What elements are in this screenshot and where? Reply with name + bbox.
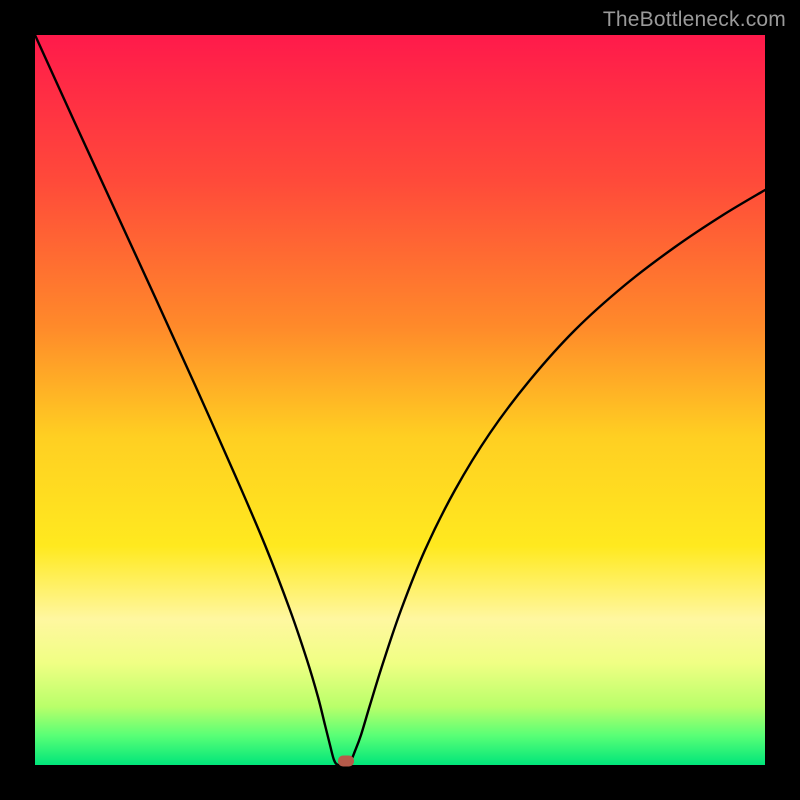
watermark-text: TheBottleneck.com: [603, 8, 786, 32]
curve-svg: [35, 35, 765, 765]
optimal-marker: [338, 756, 354, 767]
plot-area: [35, 35, 765, 765]
chart-frame: TheBottleneck.com: [0, 0, 800, 800]
curve-line: [35, 35, 765, 765]
